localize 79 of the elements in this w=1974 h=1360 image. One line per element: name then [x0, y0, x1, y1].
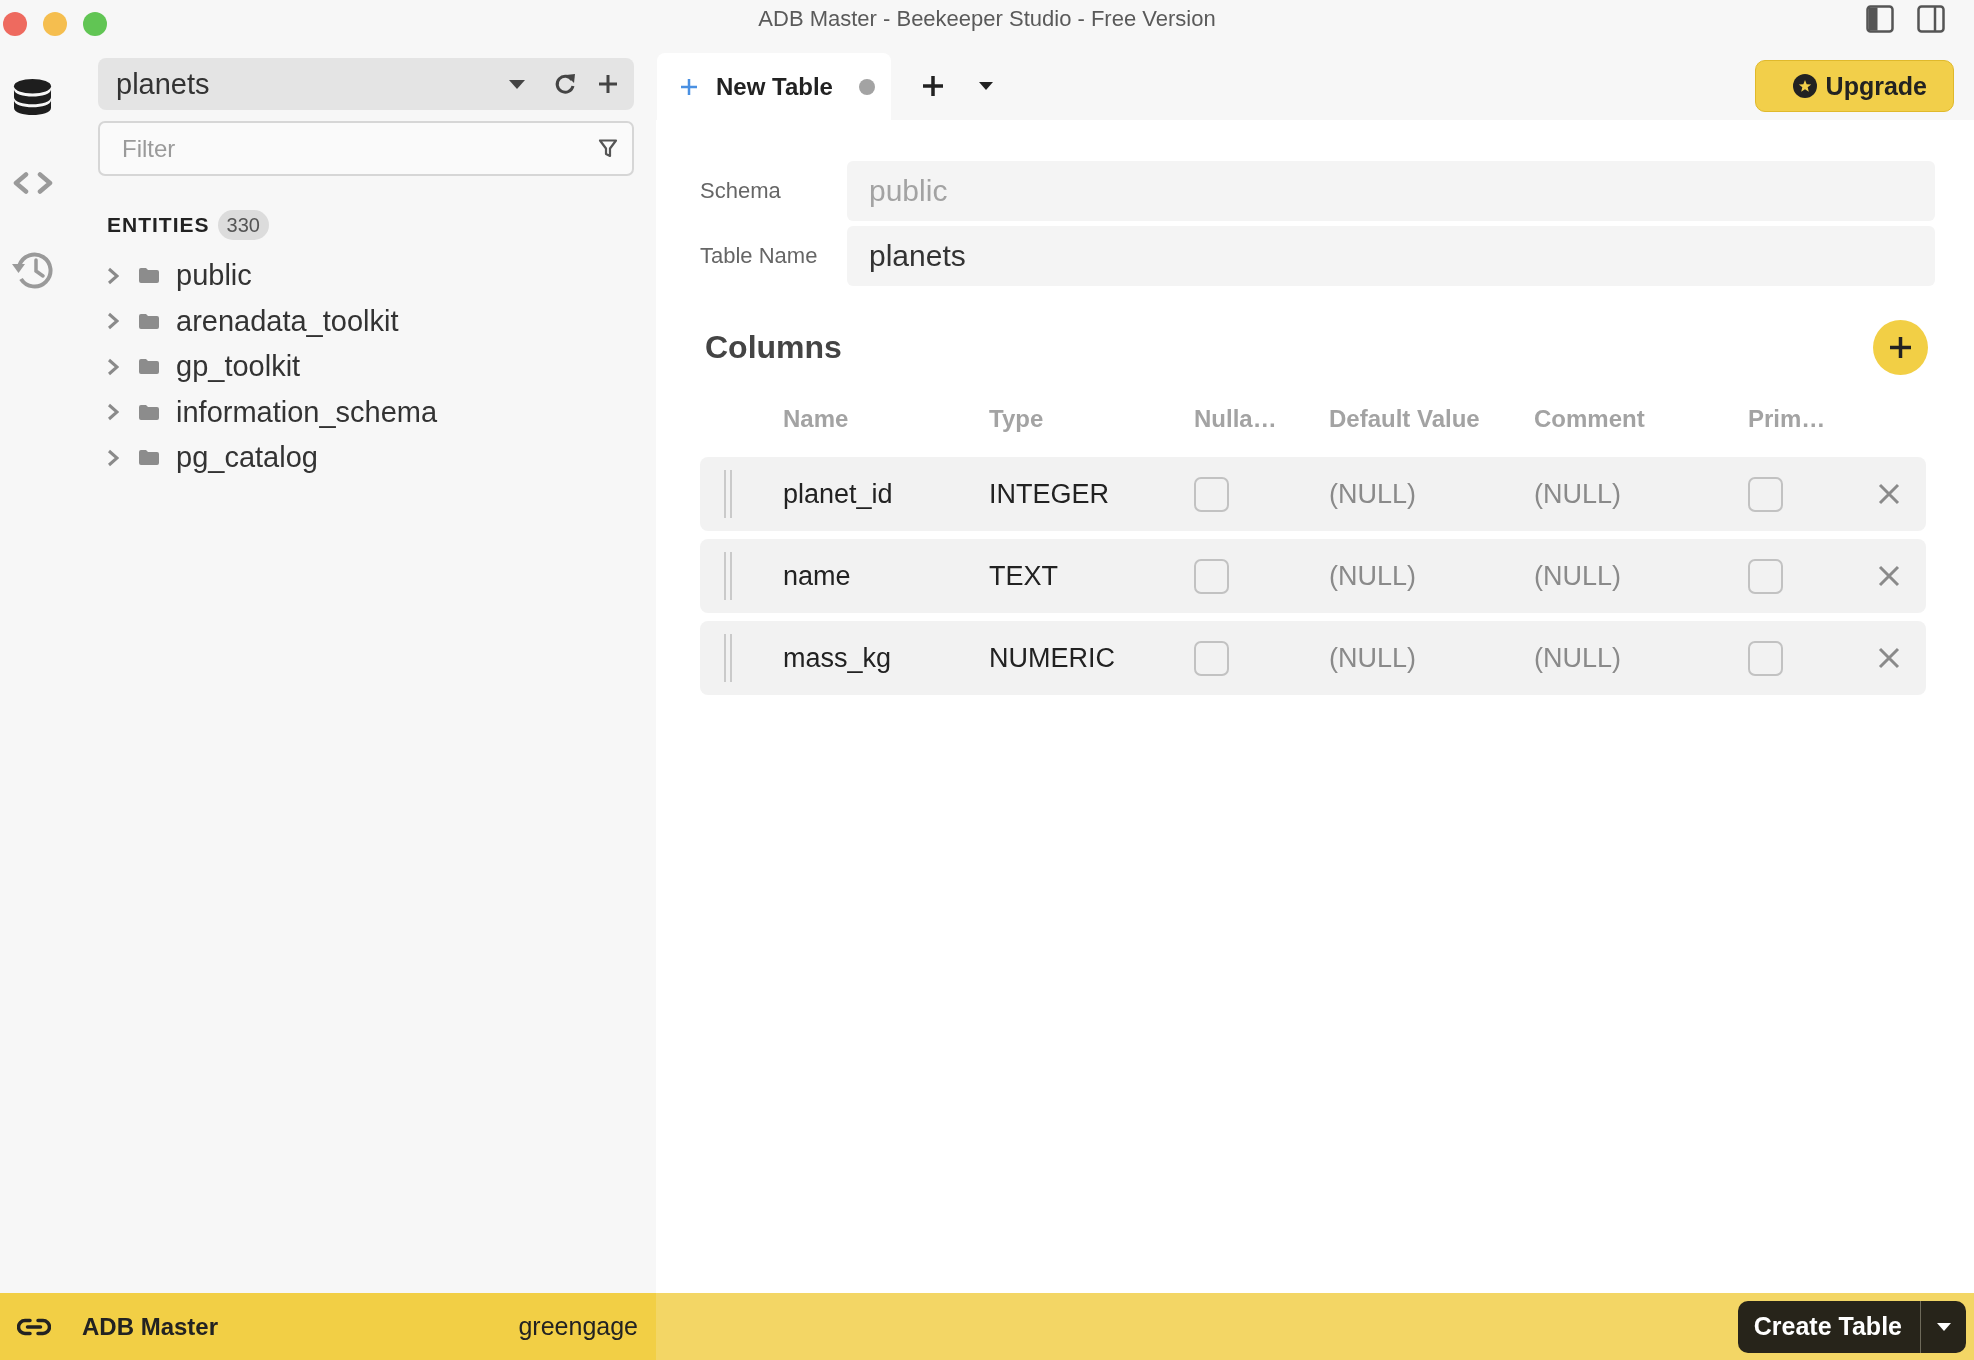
table-cell-text: NUMERIC: [989, 642, 1116, 674]
checkbox[interactable]: [1748, 558, 1783, 594]
tree-item[interactable]: information_schema: [176, 395, 438, 429]
table-cell-text: (NULL): [1534, 478, 1622, 510]
chevron-icon[interactable]: [107, 403, 119, 422]
database-icon[interactable]: [13, 78, 52, 116]
close-icon[interactable]: [1878, 647, 1900, 669]
upgrade-button[interactable]: Upgrade: [1754, 60, 1954, 112]
table-cell-text: name: [783, 560, 852, 592]
code-icon[interactable]: [11, 172, 54, 194]
section-heading: Columns: [705, 329, 842, 366]
table-cell-text: planet_id: [783, 478, 894, 510]
column-header: Type: [989, 405, 1045, 433]
caret-icon[interactable]: [979, 82, 993, 90]
dropdown-button[interactable]: [1920, 1300, 1966, 1353]
plus-icon: [680, 77, 698, 96]
window-title: ADB Master - Beekeeper Studio - Free Version: [758, 6, 1216, 32]
connection-name: ADB Master: [82, 1312, 219, 1341]
maximize-icon[interactable]: [83, 12, 107, 36]
chevron-icon[interactable]: [107, 448, 119, 467]
drag-handle-icon[interactable]: [724, 552, 732, 600]
unsaved-dot-icon[interactable]: [859, 78, 875, 95]
plus-icon[interactable]: [598, 74, 618, 94]
drag-handle-icon[interactable]: [724, 470, 732, 518]
table-cell-text: (NULL): [1329, 560, 1417, 592]
checkbox[interactable]: [1194, 558, 1229, 594]
field-label: Schema: [700, 178, 782, 204]
tree-item[interactable]: arenadata_toolkit: [176, 304, 399, 338]
count-badge: 330: [217, 210, 269, 240]
folder-icon: [138, 267, 160, 285]
column-header: Comment: [1534, 405, 1646, 433]
close-icon[interactable]: [3, 12, 27, 36]
column-header: Name: [783, 405, 850, 433]
column-header: Nulla…: [1194, 405, 1278, 433]
chevron-icon[interactable]: [107, 312, 119, 331]
filter-field[interactable]: Filter: [98, 121, 634, 176]
add-icon[interactable]: [1873, 320, 1928, 375]
filter-icon[interactable]: [598, 138, 618, 158]
folder-icon: [138, 312, 160, 330]
folder-icon: [138, 403, 160, 421]
table-cell-text: TEXT: [989, 560, 1059, 592]
link-icon: [17, 1317, 51, 1336]
close-icon[interactable]: [1878, 565, 1900, 587]
checkbox[interactable]: [1194, 640, 1229, 676]
plus-icon[interactable]: [922, 75, 944, 97]
sidebar-left-icon[interactable]: [1866, 5, 1894, 33]
table-cell-text: (NULL): [1534, 560, 1622, 592]
minimize-icon[interactable]: [43, 12, 67, 36]
caret-icon: [1936, 1322, 1951, 1331]
field-label: Table Name: [700, 243, 819, 269]
tab[interactable]: New Table: [657, 53, 891, 120]
history-icon[interactable]: [11, 250, 54, 290]
drag-handle-icon[interactable]: [724, 634, 732, 682]
chevron-icon[interactable]: [107, 266, 119, 285]
table-cell-text: (NULL): [1329, 478, 1417, 510]
checkbox[interactable]: [1748, 640, 1783, 676]
checkbox[interactable]: [1194, 476, 1229, 512]
table-cell-text: mass_kg: [783, 642, 893, 674]
input-field[interactable]: planets: [847, 226, 1935, 286]
chevron-icon[interactable]: [107, 357, 119, 376]
table-cell-text: INTEGER: [989, 478, 1110, 510]
folder-icon: [138, 358, 160, 376]
checkbox[interactable]: [1748, 476, 1783, 512]
folder-icon: [138, 449, 160, 467]
refresh-icon[interactable]: [554, 73, 576, 95]
table-cell-text: (NULL): [1534, 642, 1622, 674]
database-name: greengage: [518, 1312, 638, 1341]
tree-item[interactable]: gp_toolkit: [176, 350, 301, 384]
column-header: Prim…: [1748, 405, 1827, 433]
close-icon[interactable]: [1878, 483, 1900, 505]
create-table-button[interactable]: Create Table: [1737, 1300, 1920, 1353]
section-label: ENTITIES: [107, 213, 210, 237]
tree-item[interactable]: pg_catalog: [176, 441, 318, 475]
column-header: Default Value: [1329, 405, 1481, 433]
table-cell-text: (NULL): [1329, 642, 1417, 674]
tree-item[interactable]: public: [176, 259, 252, 293]
connection-select[interactable]: planets: [116, 67, 509, 101]
sidebar-right-icon[interactable]: [1917, 5, 1945, 33]
caret-icon[interactable]: [509, 79, 525, 89]
